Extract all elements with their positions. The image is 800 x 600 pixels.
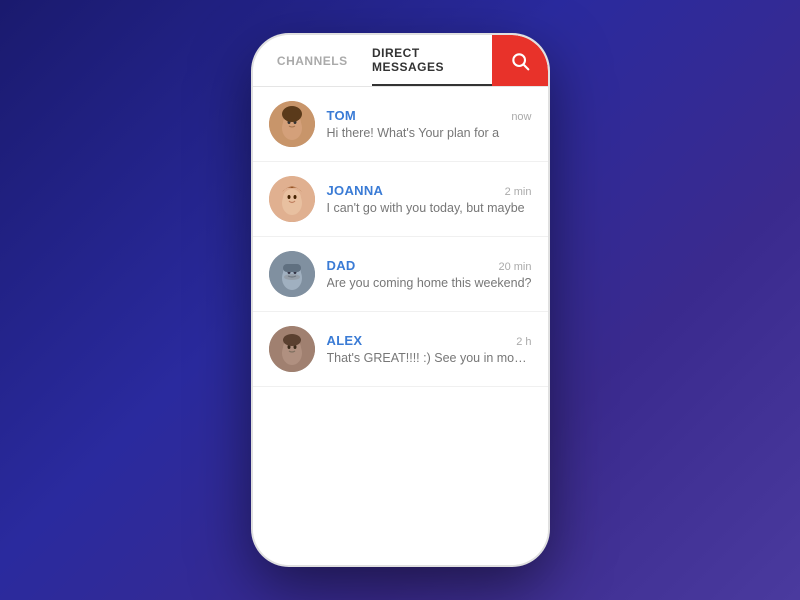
message-time-tom: now [511,111,531,123]
sender-name-alex: ALEX [327,333,363,348]
message-time-dad: 20 min [498,261,531,273]
message-content-tom: TOM now Hi there! What's Your plan for a [327,108,532,140]
avatar-dad [269,251,315,297]
tab-direct-messages[interactable]: DIRECT MESSAGES [372,35,492,86]
message-item-tom[interactable]: TOM now Hi there! What's Your plan for a [253,87,548,162]
message-item-joanna[interactable]: JOANNA 2 min I can't go with you today, bu… [253,162,548,237]
tab-channels[interactable]: CHANNELS [253,35,373,86]
message-item-dad[interactable]: DAD 20 min Are you coming home this weeken… [253,237,548,312]
sender-name-tom: TOM [327,108,357,123]
sender-name-dad: DAD [327,258,356,273]
message-preview-tom: Hi there! What's Your plan for a [327,126,532,140]
avatar-joanna [269,176,315,222]
search-button[interactable] [492,35,548,86]
message-time-joanna: 2 min [505,186,532,198]
message-content-joanna: JOANNA 2 min I can't go with you today, bu… [327,183,532,215]
message-content-dad: DAD 20 min Are you coming home this weeken… [327,258,532,290]
message-preview-dad: Are you coming home this weekend? [327,276,532,290]
phone-container: CHANNELS DIRECT MESSAGES TOM now Hi there!… [253,35,548,565]
sender-name-joanna: JOANNA [327,183,384,198]
message-preview-alex: That's GREAT!!!! :) See you in monday! [327,351,532,365]
message-preview-joanna: I can't go with you today, but maybe [327,201,532,215]
messages-list: TOM now Hi there! What's Your plan for a J… [253,87,548,565]
message-item-alex[interactable]: ALEX 2 h That's GREAT!!!! :) See you in mo… [253,312,548,387]
tabs-header: CHANNELS DIRECT MESSAGES [253,35,548,87]
message-content-alex: ALEX 2 h That's GREAT!!!! :) See you in mo… [327,333,532,365]
avatar-alex [269,326,315,372]
avatar-tom [269,101,315,147]
message-time-alex: 2 h [516,336,531,348]
search-icon [510,51,530,71]
